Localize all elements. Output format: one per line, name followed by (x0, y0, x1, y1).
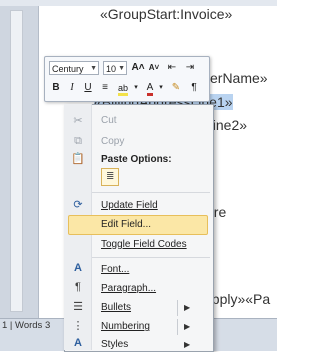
menu-item-cut[interactable]: Cut (101, 115, 117, 126)
update-field-icon: ⟳ (73, 199, 83, 211)
menu-item-label: Bullets (101, 302, 132, 313)
menu-item-label: Font... (101, 264, 130, 275)
menu-item-label: Numbering (101, 321, 150, 332)
font-size-combo[interactable]: 10 ▼ (103, 61, 127, 75)
center-align-icon[interactable]: ≡ (99, 81, 111, 95)
grow-font-button[interactable]: A˄ (131, 61, 145, 75)
menu-item-edit-field[interactable]: Edit Field... (101, 219, 151, 230)
chevron-down-icon: ▼ (118, 65, 125, 72)
menu-item-label: Paragraph... (101, 283, 157, 294)
paste-keep-text-only-button[interactable]: ≣ (101, 168, 119, 186)
font-icon: A (74, 262, 82, 274)
font-size-value: 10 (106, 64, 117, 74)
field-customer-name[interactable]: erName» (210, 70, 268, 86)
styles-icon: A (74, 337, 82, 349)
submenu-arrow-icon[interactable]: ▶ (184, 322, 190, 331)
menu-item-label: Styles (101, 339, 129, 350)
paste-text-icon: ≣ (106, 171, 115, 182)
chevron-down-icon: ▼ (90, 65, 97, 72)
paragraph-icon: ¶ (75, 281, 81, 293)
menu-item-toggle-field-codes[interactable]: Toggle Field Codes (101, 239, 187, 250)
font-color-icon[interactable]: A (143, 81, 157, 96)
menu-item-update-field[interactable]: Update Field (101, 200, 158, 211)
menu-item-label: Toggle Field Codes (101, 239, 187, 250)
menu-item-styles[interactable]: Styles (101, 339, 128, 350)
decrease-indent-icon[interactable]: ⇤ (165, 61, 179, 75)
menu-separator (92, 257, 210, 258)
bullets-icon: ☰ (73, 301, 83, 313)
bold-button[interactable]: B (50, 81, 62, 95)
paste-icon: 📋 (71, 153, 85, 165)
status-word-count[interactable]: 1 | Words 3 (2, 320, 50, 331)
chevron-down-icon[interactable]: ▾ (133, 81, 139, 95)
menu-item-label: Edit Field... (101, 219, 152, 230)
menu-split-divider (177, 319, 178, 335)
copy-icon: ⧉ (74, 135, 82, 147)
menu-item-numbering[interactable]: Numbering (101, 321, 150, 332)
highlight-color-icon[interactable]: ab (115, 81, 131, 96)
italic-button[interactable]: I (66, 81, 78, 95)
font-name-value: Century (52, 64, 84, 74)
menu-separator (92, 192, 210, 193)
menu-item-paste-options: Paste Options: (101, 154, 172, 165)
chevron-down-icon[interactable]: ▾ (158, 81, 164, 95)
vertical-ruler (10, 10, 23, 312)
menu-item-label: Update Field (101, 200, 158, 211)
mini-toolbar: Century ▼ 10 ▼ A˄ A˅ ⇤ ⇥ B I U ≡ ab ▾ A … (44, 56, 210, 102)
submenu-arrow-icon[interactable]: ▶ (184, 340, 190, 349)
format-painter-icon[interactable]: ✎ (169, 81, 183, 95)
menu-split-divider (177, 300, 178, 316)
field-group-invoice[interactable]: «GroupStart:Invoice» (100, 6, 232, 22)
submenu-arrow-icon[interactable]: ▶ (184, 303, 190, 312)
menu-item-copy[interactable]: Copy (101, 136, 124, 147)
font-name-combo[interactable]: Century ▼ (49, 61, 99, 75)
menu-item-bullets[interactable]: Bullets (101, 302, 131, 313)
styles-icon[interactable]: ¶ (187, 81, 201, 95)
menu-item-font[interactable]: Font... (101, 264, 129, 275)
underline-button[interactable]: U (82, 81, 94, 95)
shrink-font-button[interactable]: A˅ (147, 61, 161, 75)
numbering-icon: ⋮ (72, 320, 84, 332)
increase-indent-icon[interactable]: ⇥ (183, 61, 197, 75)
scissors-icon: ✂ (73, 115, 83, 127)
menu-item-paragraph[interactable]: Paragraph... (101, 283, 156, 294)
